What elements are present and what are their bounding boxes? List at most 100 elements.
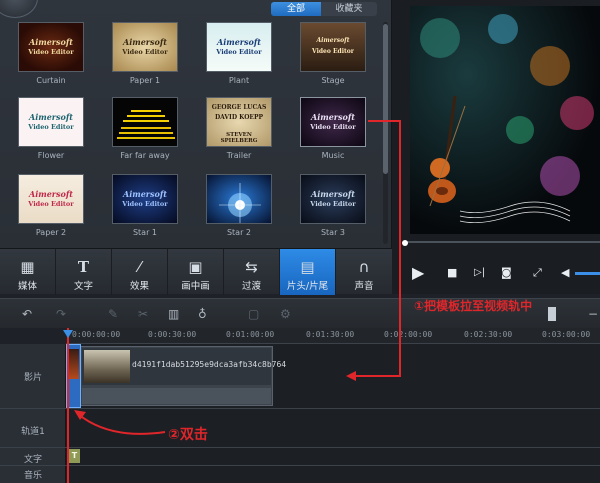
preview-progress-handle[interactable] bbox=[402, 240, 408, 246]
ruler-time: 0:02:30:00 bbox=[464, 330, 513, 339]
template-thumbnail bbox=[206, 174, 272, 224]
tab-media[interactable]: ▦ 媒体 bbox=[0, 249, 56, 295]
template-label: Flower bbox=[37, 151, 65, 160]
app-window: 全部 收藏夹 Aimersoft Video Editor Curtain Aim… bbox=[0, 0, 600, 483]
scissors-icon[interactable]: ✂ bbox=[138, 305, 148, 323]
preview-progress-bar[interactable] bbox=[404, 241, 600, 243]
template-trailer[interactable]: GEORGE LUCAS DAVID KOEPP STEVEN SPIELBER… bbox=[196, 97, 282, 160]
track-label-music: 音乐 bbox=[23, 471, 42, 481]
clip-thumbnail-strip: d4191f1dab51295e9dca3afb34c8b764 bbox=[82, 348, 286, 385]
template-paper-2[interactable]: Aimersoft Video Editor Paper 2 bbox=[8, 174, 94, 237]
track-divider bbox=[0, 447, 600, 448]
template-stage[interactable]: Aimersoft Video Editor Stage bbox=[290, 22, 376, 85]
zoom-out-icon[interactable]: − bbox=[588, 305, 598, 323]
step-forward-icon[interactable]: ▷| bbox=[474, 263, 485, 283]
track-divider bbox=[0, 408, 600, 409]
template-plant[interactable]: Aimersoft Video Editor Plant bbox=[196, 22, 282, 85]
play-icon[interactable]: ▶ bbox=[412, 263, 424, 283]
template-label: Plant bbox=[228, 76, 250, 85]
template-curtain[interactable]: Aimersoft Video Editor Curtain bbox=[8, 22, 94, 85]
fullscreen-icon[interactable]: ⤢ bbox=[533, 263, 542, 283]
track-label-text: 文字 bbox=[23, 455, 42, 465]
settings-icon[interactable]: ⚙ bbox=[280, 305, 291, 323]
template-thumbnail: Aimersoft Video Editor bbox=[300, 97, 366, 147]
tab-text[interactable]: T 文字 bbox=[56, 249, 112, 295]
template-thumbnail: Aimersoft Video Editor bbox=[112, 174, 178, 224]
template-star-3[interactable]: Aimersoft Video Editor Star 3 bbox=[290, 174, 376, 237]
template-thumbnail: Aimersoft Video Editor bbox=[300, 174, 366, 224]
template-thumbnail: Aimersoft Video Editor bbox=[206, 22, 272, 72]
template-thumbnail: GEORGE LUCAS DAVID KOEPP STEVEN SPIELBER… bbox=[206, 97, 272, 147]
redo-icon[interactable]: ↷ bbox=[56, 305, 66, 323]
magic-wand-icon: ⁄ bbox=[138, 258, 141, 276]
clapperboard-icon: ▤ bbox=[300, 258, 315, 276]
tab-effects[interactable]: ⁄ 效果 bbox=[112, 249, 168, 295]
template-thumbnail: Aimersoft Video Editor bbox=[18, 174, 84, 224]
film-icon: ▦ bbox=[20, 258, 35, 276]
crawl-text-graphic bbox=[117, 110, 175, 139]
template-thumbnail: Aimersoft Video Editor bbox=[112, 22, 178, 72]
template-music[interactable]: Aimersoft Video Editor Music bbox=[290, 97, 376, 160]
ruler-time: 0:02:00:00 bbox=[384, 330, 433, 339]
transition-icon: ⇆ bbox=[245, 258, 258, 276]
template-thumbnail bbox=[112, 97, 178, 147]
template-flower[interactable]: Aimersoft Video Editor Flower bbox=[8, 97, 94, 160]
clip-filename: d4191f1dab51295e9dca3afb34c8b764 bbox=[132, 360, 287, 369]
playhead-handle[interactable] bbox=[63, 330, 73, 338]
template-star-2[interactable]: Star 2 bbox=[196, 174, 282, 237]
template-label: Trailer bbox=[226, 151, 252, 160]
segment-favorites[interactable]: 收藏夹 bbox=[321, 2, 377, 16]
microphone-icon[interactable]: ♁ bbox=[198, 305, 207, 323]
edit-icon[interactable]: ✎ bbox=[108, 305, 118, 323]
ruler-time: 0:00:30:00 bbox=[148, 330, 197, 339]
annotation-double-click: ②双击 bbox=[168, 427, 208, 443]
tab-intro-credits[interactable]: ▤ 片头/片尾 bbox=[280, 249, 336, 295]
track-label-track1: 轨道1 bbox=[21, 427, 45, 437]
template-label: Curtain bbox=[36, 76, 66, 85]
tab-transition[interactable]: ⇆ 过渡 bbox=[224, 249, 280, 295]
volume-slider[interactable] bbox=[575, 272, 600, 275]
template-label: Star 1 bbox=[132, 228, 158, 237]
template-thumbnail: Aimersoft Video Editor bbox=[300, 22, 366, 72]
template-label: Star 3 bbox=[320, 228, 346, 237]
clip-thumbnail bbox=[84, 350, 130, 383]
stop-icon[interactable]: ■ bbox=[447, 263, 457, 283]
video-clip[interactable]: d4191f1dab51295e9dca3afb34c8b764 bbox=[80, 346, 286, 406]
text-icon: T bbox=[77, 258, 90, 276]
ruler-time: 0:03:00:00 bbox=[542, 330, 591, 339]
annotation-drag: ①把模板拉至视频轨中 bbox=[414, 299, 533, 313]
template-label: Far far away bbox=[120, 151, 170, 160]
starburst-graphic bbox=[219, 183, 261, 223]
snapshot-camera-icon[interactable]: ◙ bbox=[501, 263, 512, 283]
template-far-far-away[interactable]: Far far away bbox=[102, 97, 188, 160]
preview-video bbox=[410, 6, 600, 234]
template-thumbnail: Aimersoft Video Editor bbox=[18, 22, 84, 72]
scrollbar-thumb[interactable] bbox=[383, 24, 388, 174]
timeline-ruler[interactable]: 0:00:00:00 0:00:30:00 0:01:00:00 0:01:30… bbox=[66, 328, 600, 344]
undo-icon[interactable]: ↶ bbox=[22, 305, 32, 323]
track-divider bbox=[0, 465, 600, 466]
template-label: Paper 1 bbox=[129, 76, 161, 85]
clip-audio-strip bbox=[82, 388, 271, 404]
template-label: Stage bbox=[321, 76, 345, 85]
template-paper-1[interactable]: Aimersoft Video Editor Paper 1 bbox=[102, 22, 188, 85]
tool-tabs: ▦ 媒体 T 文字 ⁄ 效果 ▣ 画中画 ⇆ 过渡 ▤ 片头/片尾 ∩ 声音 bbox=[0, 248, 392, 295]
segment-all[interactable]: 全部 bbox=[271, 2, 321, 16]
template-thumbnail: Aimersoft Video Editor bbox=[18, 97, 84, 147]
violin-graphic bbox=[428, 95, 571, 223]
ruler-time: 0:01:00:00 bbox=[226, 330, 275, 339]
zoom-slider-handle[interactable] bbox=[548, 307, 556, 321]
template-label: Music bbox=[321, 151, 345, 160]
headphones-icon: ∩ bbox=[358, 258, 370, 276]
template-library: 全部 收藏夹 Aimersoft Video Editor Curtain Aim… bbox=[0, 0, 392, 248]
volume-icon[interactable]: ◀ bbox=[561, 263, 569, 283]
tab-sound[interactable]: ∩ 声音 bbox=[336, 249, 392, 295]
tab-picture-in-picture[interactable]: ▣ 画中画 bbox=[168, 249, 224, 295]
library-scrollbar[interactable] bbox=[383, 22, 388, 244]
crop-icon[interactable]: ▢ bbox=[248, 305, 259, 323]
text-clip[interactable]: T bbox=[69, 449, 80, 463]
template-star-1[interactable]: Aimersoft Video Editor Star 1 bbox=[102, 174, 188, 237]
trash-icon[interactable]: ▥ bbox=[168, 305, 179, 323]
track-labels: 影片 轨道1 文字 音乐 bbox=[0, 344, 66, 483]
library-header: 全部 收藏夹 bbox=[0, 0, 392, 18]
